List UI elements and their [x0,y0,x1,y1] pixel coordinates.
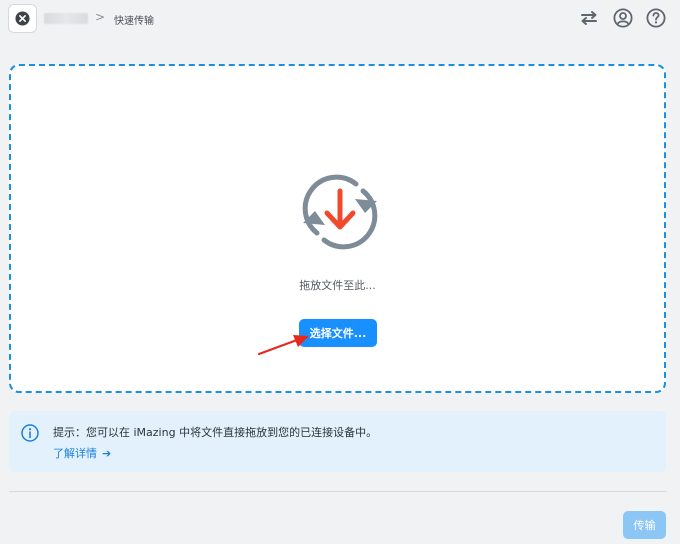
breadcrumb-separator: > [95,10,106,24]
tip-banner: 提示：您可以在 iMazing 中将文件直接拖放到您的已连接设备中。 了解详情 … [9,411,666,472]
device-name-blurred[interactable] [44,13,88,24]
close-icon [15,11,30,26]
help-button[interactable] [646,8,666,28]
transfer-button[interactable]: 传输 [623,511,666,539]
page-title: 快速传输 [114,16,154,27]
transfer-direction-button[interactable] [579,8,599,28]
learn-more-link[interactable]: 了解详情 ➔ [53,445,111,461]
info-icon [21,424,39,442]
arrow-right-icon: ➔ [102,446,112,460]
drop-hint-text: 拖放文件至此... [299,279,376,292]
tip-text: 提示：您可以在 iMazing 中将文件直接拖放到您的已连接设备中。 [53,426,378,439]
account-button[interactable] [613,8,633,28]
help-icon [646,8,666,28]
footer-divider [9,491,666,492]
account-icon [613,8,633,28]
file-drop-zone[interactable]: 拖放文件至此... 选择文件... [9,64,666,393]
top-bar: > 快速传输 [0,0,680,38]
transfer-arrows-icon [581,11,597,25]
annotation-arrow-icon [258,335,309,355]
close-button[interactable] [8,4,37,33]
download-sync-icon [302,174,378,250]
learn-more-label: 了解详情 [53,447,97,460]
